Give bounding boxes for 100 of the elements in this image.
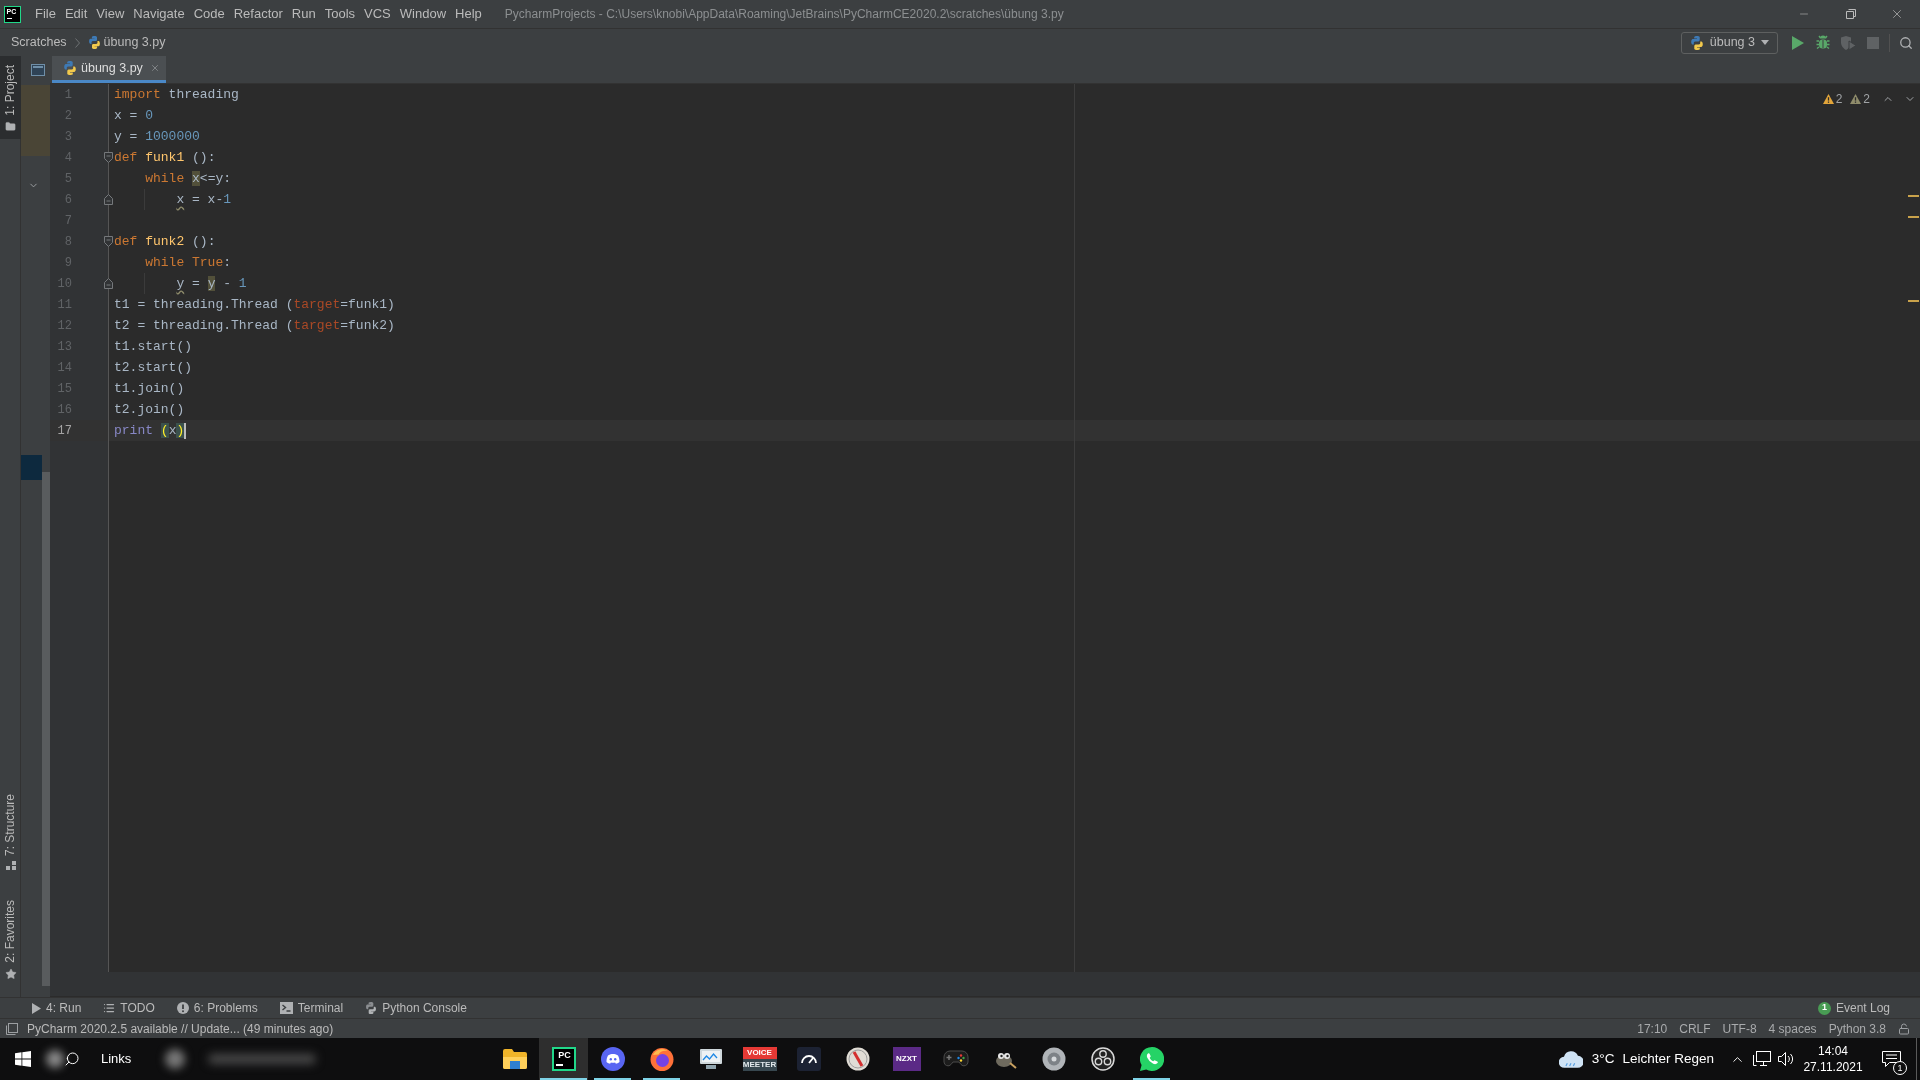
clock-date: 27.11.2021	[1803, 1059, 1863, 1075]
play-icon	[32, 1002, 41, 1014]
tool-window-button[interactable]: Python Console	[354, 998, 478, 1018]
inspection-counter[interactable]: 2	[1850, 90, 1870, 108]
event-log-button[interactable]: 1 Event Log	[1817, 998, 1890, 1018]
restore-icon	[1845, 9, 1856, 19]
volume-icon[interactable]	[1778, 1051, 1795, 1067]
menu-item[interactable]: Refactor	[229, 0, 287, 28]
status-message: PyCharm 2020.2.5 available // Update... (49 minutes ago)	[27, 1020, 334, 1038]
bug-icon	[1816, 35, 1830, 50]
tool-window-button[interactable]: Terminal	[268, 998, 355, 1018]
menu-item[interactable]: Tools	[320, 0, 360, 28]
breadcrumb[interactable]: übung 3.py	[84, 33, 169, 52]
fold-icon[interactable]	[104, 236, 113, 247]
menu-item[interactable]: Code	[189, 0, 229, 28]
window-title: PycharmProjects - C:\Users\knobi\AppData\Roaming\JetBrains\PyCharmCE2020.2\scratches\übung 3.py	[504, 6, 1064, 23]
blocks-icon	[5, 861, 16, 871]
status-item[interactable]: UTF-8	[1716, 1019, 1763, 1038]
python-icon	[365, 1002, 378, 1014]
temperature: 3°C	[1591, 1049, 1615, 1068]
menu-item[interactable]: Edit	[60, 0, 92, 28]
taskbar-button[interactable]: NZXT	[882, 1038, 931, 1080]
code-line: t1 = threading.Thread (target=funk1)	[114, 295, 395, 314]
panel-toggle-icon[interactable]	[6, 1022, 18, 1035]
shield-play-icon	[1840, 35, 1856, 50]
stripe-mark	[1908, 216, 1919, 218]
code-line: import threading	[114, 85, 239, 104]
search-icon[interactable]	[64, 1051, 80, 1067]
code-line: t1.start()	[114, 337, 192, 356]
compass-icon	[845, 1047, 870, 1071]
weather-condition: Leichter Regen	[1622, 1049, 1714, 1068]
tool-window-button[interactable]: TODO	[92, 998, 166, 1018]
code-line: y = y - 1	[176, 274, 247, 293]
menu-item[interactable]: View	[92, 0, 129, 28]
tree-row-highlight	[21, 85, 50, 156]
app-logo: NZXT	[892, 1047, 921, 1071]
run-configuration-dropdown[interactable]: übung 3	[1680, 31, 1778, 54]
windows-logo-icon	[15, 1051, 31, 1067]
menu-item[interactable]: Window	[395, 0, 451, 28]
folder-icon	[5, 120, 16, 132]
event-count: 1	[1817, 1001, 1831, 1015]
folder-icon	[502, 1049, 527, 1069]
close-icon[interactable]	[149, 63, 160, 73]
search-icon	[1899, 35, 1913, 50]
caret-down-icon	[1761, 40, 1769, 45]
taskbar-button[interactable]: PC	[539, 1038, 588, 1080]
chevron-right-icon	[74, 37, 80, 48]
star-icon	[4, 968, 17, 980]
code-line: t2.join()	[114, 400, 185, 419]
play-icon	[1792, 35, 1804, 50]
line-number: 17	[56, 422, 72, 440]
status-item[interactable]: CRLF	[1673, 1019, 1717, 1038]
stripe-mark	[1908, 195, 1919, 197]
stop-icon	[1867, 36, 1879, 49]
toolbar-label[interactable]: Links	[101, 1049, 132, 1069]
menu-item[interactable]: Help	[451, 0, 486, 28]
code-line: def funk2 ():	[114, 232, 216, 251]
three-circles-icon	[1090, 1047, 1115, 1071]
inspection-counter[interactable]: 2	[1822, 90, 1843, 108]
code-line: x = 0	[114, 106, 154, 125]
close-icon	[1890, 7, 1904, 21]
unlocked-icon[interactable]	[1898, 1022, 1910, 1035]
tool-window-button[interactable]: 6: Problems	[165, 998, 269, 1018]
code-line: t2 = threading.Thread (target=funk2)	[114, 316, 395, 335]
monitor-chart-icon	[698, 1048, 723, 1070]
menu-item[interactable]: File	[31, 0, 60, 28]
notification-count: 1	[1893, 1061, 1907, 1075]
panel-icon[interactable]	[30, 64, 45, 76]
taskbar-button[interactable]: VOICE MEETER	[735, 1038, 784, 1080]
cloud-icon	[1558, 1050, 1583, 1068]
fold-icon[interactable]	[104, 194, 113, 205]
gamepad-icon	[942, 1050, 969, 1068]
blurred-region	[46, 1050, 64, 1068]
terminal-icon	[279, 1002, 293, 1014]
speaker-icon	[1041, 1047, 1066, 1071]
python-file-icon	[87, 36, 101, 49]
globe-icon	[649, 1047, 674, 1071]
code-line: def funk1 ():	[114, 148, 216, 167]
scrollbar-thumb[interactable]	[42, 472, 50, 986]
tool-window-tab[interactable]: 1: Project	[0, 56, 21, 139]
gauge-icon	[796, 1047, 821, 1071]
tool-window-button[interactable]: 4: Run	[21, 998, 93, 1018]
notification-button[interactable]: 1	[1878, 1046, 1904, 1072]
tool-window-tab[interactable]: 7: Structure	[0, 785, 21, 878]
network-icon[interactable]	[1753, 1051, 1771, 1067]
status-item[interactable]: 17:10	[1631, 1019, 1674, 1038]
list-icon	[103, 1002, 116, 1014]
text-caret	[184, 422, 187, 439]
menu-item[interactable]: VCS	[360, 0, 395, 28]
code-line: while True:	[145, 253, 232, 272]
fold-icon[interactable]	[104, 152, 113, 163]
editor-tab[interactable]: übung 3.py	[52, 56, 166, 83]
breadcrumb[interactable]: Scratches	[8, 33, 70, 52]
tool-window-tab[interactable]: 2: Favorites	[0, 891, 21, 987]
fold-icon[interactable]	[104, 278, 113, 289]
app-logo: PC	[551, 1047, 576, 1071]
menu-item[interactable]: Navigate	[129, 0, 189, 28]
status-item[interactable]: Python 3.8	[1822, 1019, 1892, 1038]
menu-item[interactable]: Run	[287, 0, 320, 28]
status-item[interactable]: 4 spaces	[1762, 1019, 1823, 1038]
